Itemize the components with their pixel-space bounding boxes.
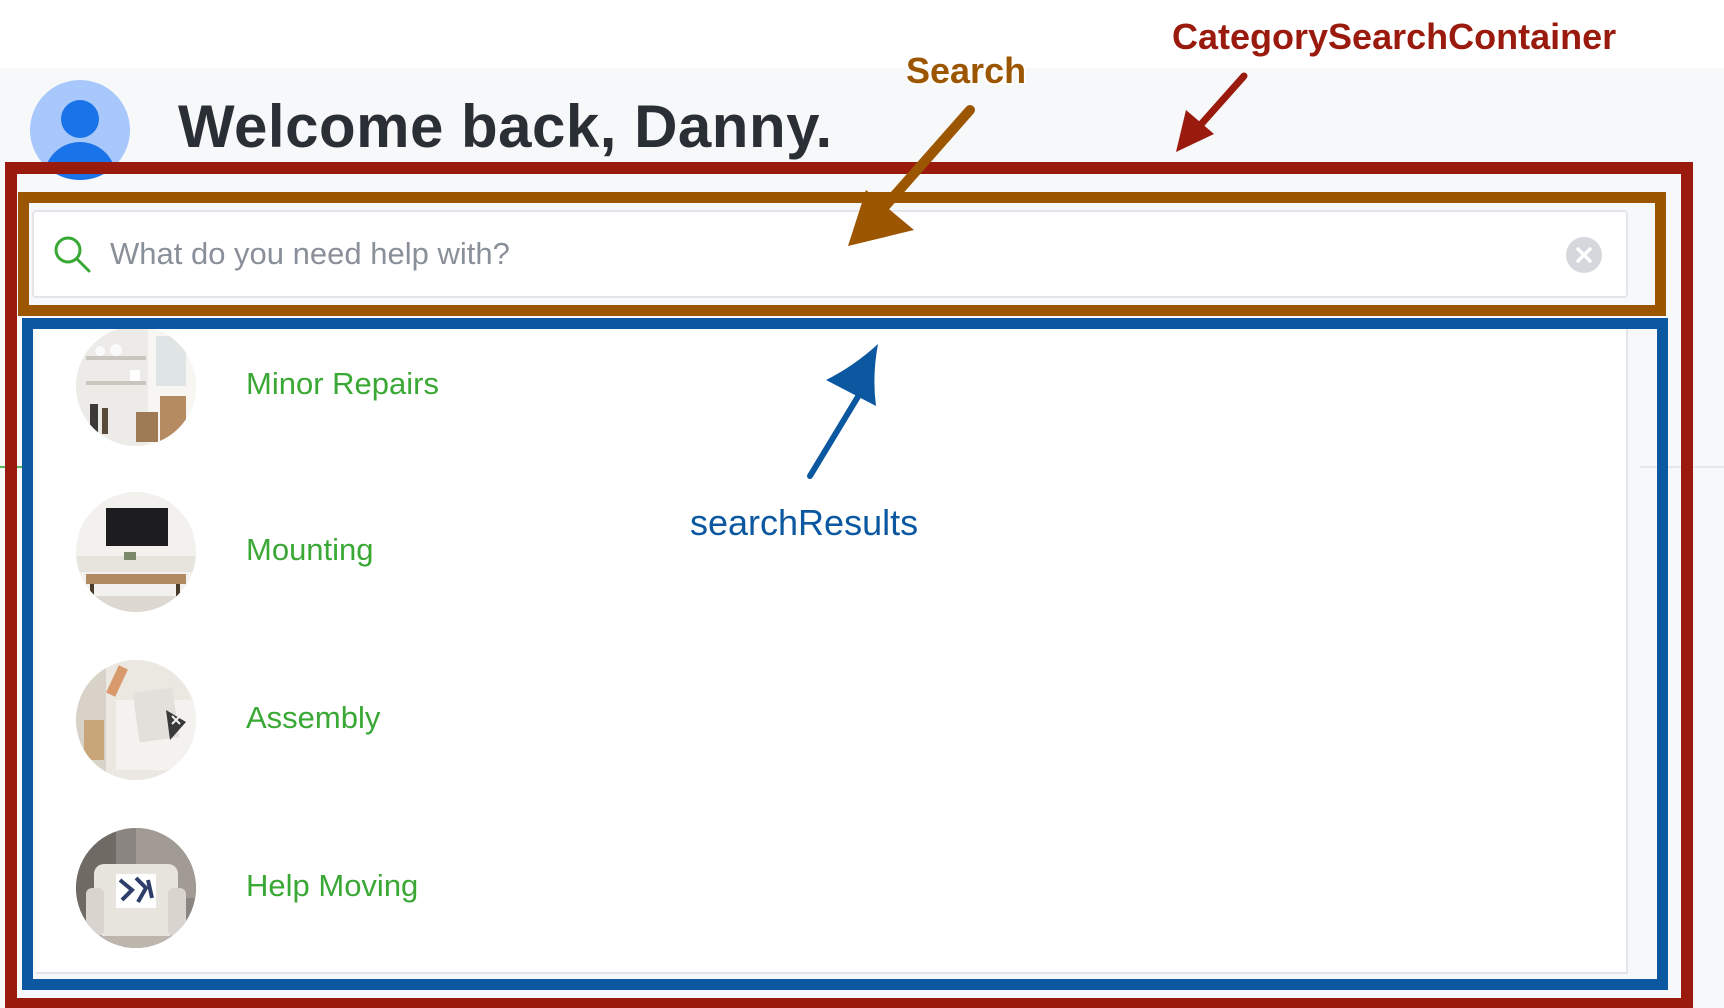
search-results-annotation-box — [22, 318, 1668, 990]
search-annotation-label: Search — [906, 50, 1027, 91]
avatar-head — [61, 100, 99, 138]
search-annotation-box — [18, 192, 1666, 316]
search-results-annotation-label: searchResults — [690, 502, 919, 543]
category-search-container-label: CategorySearchContainer — [1172, 16, 1617, 57]
page: Welcome back, Danny. What do you need he… — [0, 0, 1724, 1008]
welcome-heading: Welcome back, Danny. — [178, 93, 833, 160]
